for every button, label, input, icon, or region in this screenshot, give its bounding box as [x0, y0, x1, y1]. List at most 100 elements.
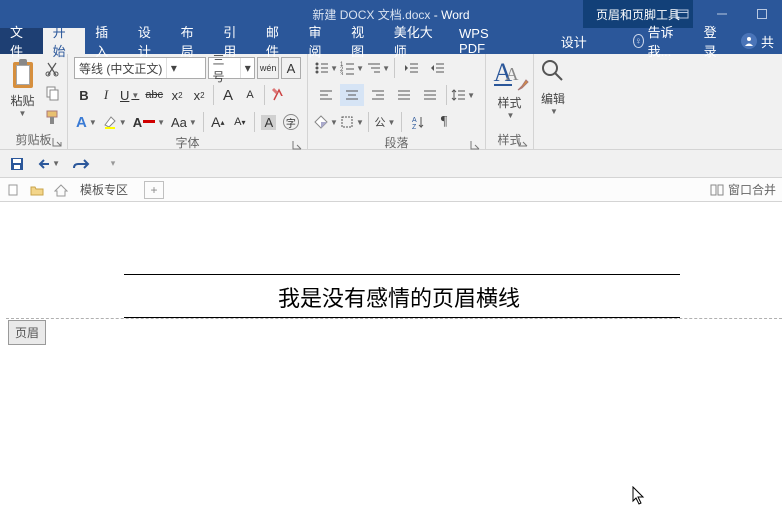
- text-direction-button[interactable]: 公▼: [373, 111, 397, 133]
- app-name: Word: [441, 8, 469, 22]
- maximize-icon[interactable]: [742, 0, 782, 28]
- lightbulb-icon: ♀: [633, 34, 644, 48]
- quick-access-toolbar: ▼ ▾: [0, 150, 782, 178]
- change-case-button[interactable]: Aa▼: [169, 111, 199, 133]
- show-marks-button[interactable]: ¶: [432, 111, 456, 133]
- share-icon: [741, 33, 757, 49]
- tell-me-search[interactable]: ♀ 告诉我...: [623, 22, 694, 60]
- cut-icon[interactable]: [43, 60, 61, 78]
- folder-icon[interactable]: [28, 181, 46, 199]
- align-distribute-button[interactable]: [418, 84, 442, 106]
- line-spacing-button[interactable]: ▼: [451, 84, 475, 106]
- decrease-indent-button[interactable]: [399, 57, 423, 79]
- page: 我是没有感情的页眉横线: [6, 212, 782, 319]
- char-shading-button[interactable]: A: [259, 111, 279, 133]
- paste-icon[interactable]: [9, 58, 37, 90]
- borders-button[interactable]: ▼: [340, 111, 364, 133]
- clear-formatting-icon[interactable]: [269, 84, 289, 106]
- chevron-down-icon[interactable]: ▾: [240, 58, 254, 78]
- highlight-button[interactable]: ▼: [101, 111, 129, 133]
- tab-insert[interactable]: 插入: [85, 28, 128, 54]
- group-label-styles: 样式: [492, 131, 527, 149]
- tab-context-design[interactable]: 设计: [525, 28, 623, 54]
- tab-home[interactable]: 开始: [43, 28, 86, 54]
- dialog-launcher-icon[interactable]: [51, 136, 63, 148]
- chevron-down-icon[interactable]: ▼: [507, 111, 515, 120]
- dialog-launcher-icon[interactable]: [291, 139, 303, 151]
- header-tag: 页眉: [8, 320, 46, 345]
- add-tab-button[interactable]: +: [144, 181, 164, 199]
- doc-name: 新建 DOCX 文档.docx: [312, 8, 430, 22]
- svg-text:Z: Z: [412, 124, 417, 129]
- character-border-button[interactable]: A: [281, 57, 301, 79]
- page-icon[interactable]: [4, 181, 22, 199]
- sort-button[interactable]: AZ: [406, 111, 430, 133]
- paste-dropdown[interactable]: ▼: [19, 109, 27, 118]
- subscript-button[interactable]: x2: [167, 84, 187, 106]
- increase-indent-button[interactable]: [425, 57, 449, 79]
- document-workspace[interactable]: 我是没有感情的页眉横线 页眉: [0, 202, 782, 527]
- redo-icon[interactable]: [70, 153, 92, 175]
- bullets-button[interactable]: ▼: [314, 57, 338, 79]
- chevron-down-icon[interactable]: ▼: [550, 107, 558, 116]
- copy-icon[interactable]: [43, 84, 61, 102]
- window-merge-label[interactable]: 窗口合并: [728, 181, 776, 198]
- tab-view[interactable]: 视图: [341, 28, 384, 54]
- multilevel-list-button[interactable]: ▼: [366, 57, 390, 79]
- undo-icon[interactable]: ▼: [38, 153, 60, 175]
- group-label-clipboard: 剪贴板: [6, 131, 61, 149]
- font-size-combo[interactable]: 三号 ▾: [208, 57, 256, 79]
- styles-button[interactable]: A A 样式 ▼: [492, 56, 527, 131]
- tab-file[interactable]: 文件: [0, 28, 43, 54]
- bold-button[interactable]: B: [74, 84, 94, 106]
- home-icon[interactable]: [52, 181, 70, 199]
- chevron-down-icon[interactable]: ▾: [166, 58, 180, 78]
- tab-mailings[interactable]: 邮件: [256, 28, 299, 54]
- align-justify-button[interactable]: [392, 84, 416, 106]
- document-tabs: 模板专区 + 窗口合并: [0, 178, 782, 202]
- align-left-button[interactable]: [314, 84, 338, 106]
- shrink-font-a-button[interactable]: A▾: [230, 111, 250, 133]
- tab-beautify[interactable]: 美化大师: [384, 28, 449, 54]
- tab-design[interactable]: 设计: [128, 28, 171, 54]
- superscript-button[interactable]: x2: [189, 84, 209, 106]
- group-label-font: 字体: [74, 134, 301, 152]
- shrink-font-button[interactable]: A: [240, 84, 260, 106]
- align-center-button[interactable]: [340, 84, 364, 106]
- window-merge-icon: [710, 184, 724, 196]
- strikethrough-button[interactable]: abc: [143, 84, 165, 106]
- grow-font-button[interactable]: A: [218, 84, 238, 106]
- header-text[interactable]: 我是没有感情的页眉横线: [6, 275, 782, 317]
- share-button[interactable]: 共: [733, 32, 782, 51]
- login-button[interactable]: 登录: [694, 22, 733, 60]
- paintbrush-icon: [516, 78, 530, 92]
- mouse-cursor-icon: [632, 486, 648, 506]
- paste-button[interactable]: 粘贴: [10, 92, 34, 109]
- numbering-button[interactable]: 123▼: [340, 57, 364, 79]
- font-color-button[interactable]: A▼: [131, 111, 167, 133]
- dialog-launcher-icon[interactable]: [469, 139, 481, 151]
- enclose-chars-button[interactable]: 字: [281, 111, 301, 133]
- group-paragraph: ▼ 123▼ ▼ ▼ ▼ ▼ 公▼: [308, 54, 486, 149]
- tab-wpspdf[interactable]: WPS PDF: [449, 28, 521, 54]
- align-right-button[interactable]: [366, 84, 390, 106]
- italic-button[interactable]: I: [96, 84, 116, 106]
- tab-layout[interactable]: 布局: [171, 28, 214, 54]
- editing-button[interactable]: 编辑 ▼: [540, 56, 566, 131]
- dialog-launcher-icon[interactable]: [517, 136, 529, 148]
- underline-button[interactable]: U▼: [118, 84, 141, 106]
- format-painter-icon[interactable]: [43, 108, 61, 126]
- group-font: 等线 (中文正文) ▾ 三号 ▾ wén A B I U▼ abc x2 x2 …: [68, 54, 308, 149]
- save-icon[interactable]: [6, 153, 28, 175]
- svg-text:3: 3: [340, 72, 344, 75]
- shading-button[interactable]: ▼: [314, 111, 338, 133]
- group-clipboard: 粘贴 ▼ 剪贴板: [0, 54, 68, 149]
- font-name-combo[interactable]: 等线 (中文正文) ▾: [74, 57, 206, 79]
- svg-text:A: A: [412, 117, 417, 124]
- template-zone-tab[interactable]: 模板专区: [76, 181, 132, 198]
- phonetic-guide-button[interactable]: wén: [257, 57, 279, 79]
- text-effects-button[interactable]: A▼: [74, 111, 99, 133]
- tab-review[interactable]: 审阅: [298, 28, 341, 54]
- qat-customize-icon[interactable]: ▾: [102, 153, 124, 175]
- grow-font-a-button[interactable]: A▴: [208, 111, 228, 133]
